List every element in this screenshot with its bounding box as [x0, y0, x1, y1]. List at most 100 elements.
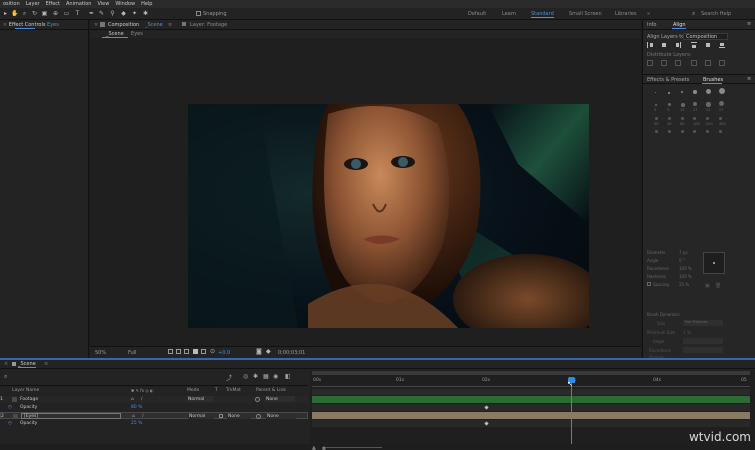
clone-stamp-tool-icon[interactable]: ⚲	[109, 10, 116, 17]
spacing-value[interactable]: 25 %	[679, 282, 689, 287]
timeline-tab-scene[interactable]: _Scene	[18, 361, 36, 368]
property-value[interactable]: 80 %	[131, 404, 142, 411]
distribute-bottom-icon[interactable]	[675, 60, 681, 66]
channel-icon[interactable]	[201, 349, 206, 354]
quality-switch-icon[interactable]: /	[141, 396, 143, 403]
brush-presets-grid[interactable]: 5 9 13 17 21 27 35 45 65 100 200 300	[647, 88, 747, 148]
zoom-dropdown[interactable]: 50%	[95, 350, 106, 356]
graph-editor-icon[interactable]: ◧	[285, 373, 291, 380]
property-value[interactable]: 25 %	[131, 420, 142, 427]
diameter-value[interactable]: 7 px	[679, 250, 688, 255]
layer-name-header[interactable]: Layer Name	[12, 388, 39, 393]
menu-icon[interactable]: ≡	[168, 22, 172, 28]
property-row[interactable]: ◷ Opacity 25 %	[0, 420, 308, 427]
parent-dropdown[interactable]: None	[265, 396, 295, 402]
trkmat-dropdown[interactable]: None	[227, 413, 251, 419]
search-icon[interactable]: ⌕	[4, 373, 7, 381]
transparency-grid-icon[interactable]	[176, 349, 181, 354]
hardness-value[interactable]: 100 %	[679, 274, 692, 279]
align-vcenter-icon[interactable]	[705, 42, 711, 48]
layer-1-duration-bar[interactable]	[312, 396, 750, 403]
zoom-out-icon[interactable]: ▲	[312, 445, 316, 450]
subtab-scene[interactable]: _Scene	[102, 31, 128, 38]
layer-mode-dropdown[interactable]: Normal	[187, 396, 213, 402]
composition-tab-label[interactable]: Composition	[108, 22, 139, 28]
motion-blur-icon[interactable]: ◉	[273, 373, 278, 380]
panel-menu-icon[interactable]: ≡	[747, 76, 751, 82]
hand-tool-icon[interactable]: ✋	[11, 10, 18, 17]
menu-layer[interactable]: Layer	[23, 1, 43, 7]
save-brush-icon[interactable]: ▣	[705, 283, 710, 289]
menu-composition[interactable]: osition	[0, 1, 23, 7]
pan-behind-tool-icon[interactable]: ⊕	[52, 10, 59, 17]
shy-switch-icon[interactable]: ⌂	[132, 413, 135, 420]
zoom-slider-handle[interactable]: ▲	[322, 445, 326, 450]
workspace-learn[interactable]: Learn	[502, 11, 516, 17]
align-right-icon[interactable]	[675, 42, 681, 48]
subtab-eyes[interactable]: Eyes	[131, 31, 143, 37]
dyn-min-size-value[interactable]: 1 %	[683, 330, 691, 335]
time-ruler[interactable]: 00s 01s 02s 03s 04s 05	[312, 377, 750, 387]
parent-dropdown[interactable]: None	[266, 413, 296, 419]
parent-pickwhip-icon[interactable]	[256, 414, 261, 419]
rotate-tool-icon[interactable]: ↻	[31, 10, 38, 17]
composition-tab-name[interactable]: _Scene	[145, 22, 163, 28]
quality-switch-icon[interactable]: /	[142, 413, 144, 420]
layer-name[interactable]: Footage	[20, 396, 38, 403]
layer-row[interactable]: 1 Footage ⌂ / Normal None	[0, 396, 308, 403]
close-icon[interactable]: ×	[94, 22, 98, 28]
selection-tool-icon[interactable]: ▸	[2, 10, 9, 17]
dyn-angle-dropdown[interactable]	[683, 338, 723, 344]
search-help-input[interactable]: Search Help	[701, 11, 731, 17]
preserve-transparency-checkbox[interactable]	[219, 414, 223, 418]
dyn-size-dropdown[interactable]: Pen Pressure	[683, 320, 723, 326]
draft-3d-icon[interactable]: ◎	[243, 373, 248, 380]
parent-header[interactable]: Parent & Link	[256, 388, 286, 393]
layer-2-duration-bar[interactable]	[312, 412, 750, 419]
keyframe[interactable]	[484, 405, 489, 410]
stopwatch-icon[interactable]: ◷	[8, 420, 12, 427]
puppet-tool-icon[interactable]: ✱	[142, 10, 149, 17]
tab-info[interactable]: Info	[647, 22, 656, 28]
shy-switch-icon[interactable]: ⌂	[131, 396, 134, 403]
spacing-checkbox[interactable]	[647, 282, 651, 286]
layer-name[interactable]: [Eyes]	[21, 413, 121, 419]
menu-effect[interactable]: Effect	[43, 1, 63, 7]
zoom-slider[interactable]	[322, 447, 382, 448]
distribute-vcenter-icon[interactable]	[661, 60, 667, 66]
frame-blending-icon[interactable]: ▦	[263, 373, 269, 380]
roto-brush-tool-icon[interactable]: ✦	[131, 10, 138, 17]
color-management-icon[interactable]: ⊙	[210, 348, 215, 355]
snapshot-camera-icon[interactable]: ◙	[256, 348, 262, 355]
stopwatch-icon[interactable]: ◷	[8, 404, 12, 411]
distribute-top-icon[interactable]	[647, 60, 653, 66]
distribute-hcenter-icon[interactable]	[705, 60, 711, 66]
align-bottom-icon[interactable]	[719, 42, 725, 48]
rectangle-tool-icon[interactable]: ▭	[63, 10, 70, 17]
camera-tool-icon[interactable]: ▣	[41, 10, 48, 17]
tab-effects-presets[interactable]: Effects & Presets	[647, 77, 689, 83]
dyn-roundness-dropdown[interactable]	[683, 347, 723, 353]
effect-controls-tab[interactable]: × Effect Controls Eyes	[0, 20, 88, 30]
menu-icon[interactable]: ≡	[44, 361, 48, 367]
current-timecode[interactable]: 0;00;03;01	[278, 350, 305, 356]
text-tool-icon[interactable]: T	[74, 10, 81, 17]
angle-value[interactable]: 0 °	[679, 258, 685, 263]
align-hcenter-icon[interactable]	[661, 42, 667, 48]
parent-pickwhip-icon[interactable]	[255, 397, 260, 402]
mode-header[interactable]: Mode	[187, 388, 199, 393]
pen-tool-icon[interactable]: ✒	[88, 10, 95, 17]
menu-help[interactable]: Help	[138, 1, 155, 7]
eraser-tool-icon[interactable]: ◆	[120, 10, 127, 17]
grid-icon[interactable]	[193, 349, 198, 354]
overflow-icon[interactable]: »	[647, 11, 650, 17]
menu-window[interactable]: Window	[112, 1, 138, 7]
resolution-dropdown[interactable]: Full	[128, 350, 137, 356]
comp-mini-flowchart-icon[interactable]: ⤴	[226, 373, 232, 382]
layer-mode-dropdown[interactable]: Normal	[188, 413, 214, 419]
layer-tab-label[interactable]: Layer: Footage	[190, 22, 227, 28]
delete-brush-icon[interactable]: 🗑	[715, 283, 721, 289]
menu-view[interactable]: View	[94, 1, 112, 7]
trkmat-header[interactable]: TrkMat	[226, 388, 241, 393]
brush-tool-icon[interactable]: ✎	[98, 10, 105, 17]
